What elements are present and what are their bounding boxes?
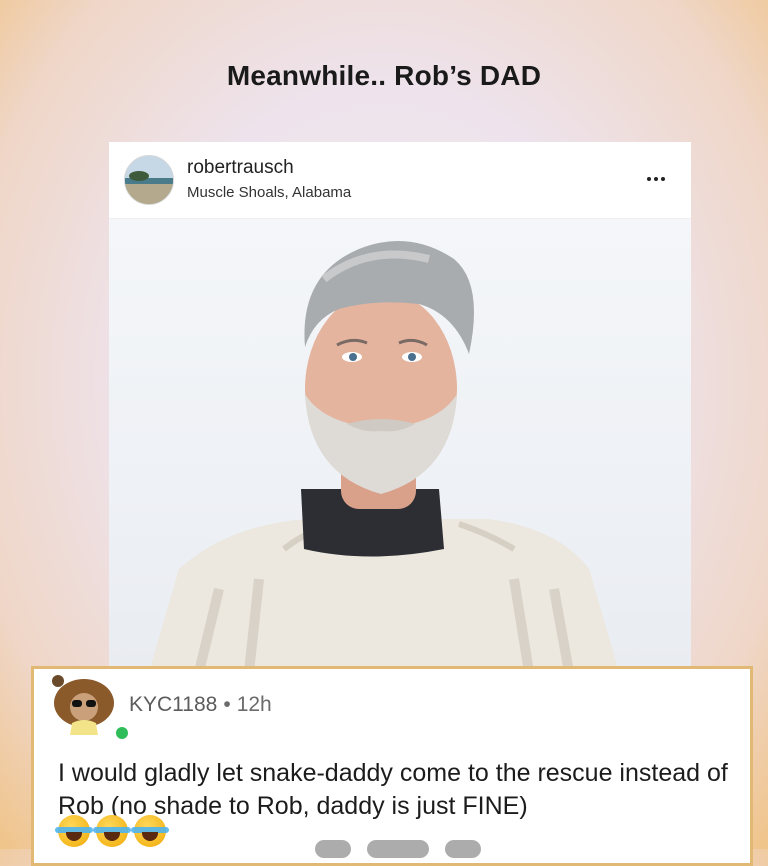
commenter-avatar[interactable] <box>50 673 130 741</box>
indicator-pill <box>367 840 429 858</box>
comment-time: 12h <box>236 693 272 716</box>
indicator-pill <box>445 840 481 858</box>
tears-of-joy-emoji-icon <box>131 815 169 847</box>
post-photo[interactable] <box>109 219 691 672</box>
dot <box>654 177 658 181</box>
dot <box>647 177 651 181</box>
comment-text: I would gladly let snake-daddy come to t… <box>58 759 728 820</box>
emoji-row <box>55 815 169 847</box>
comment-card: KYC1188 • 12h I would gladly let snake-dad… <box>31 666 753 866</box>
comment-author[interactable]: KYC1188 <box>129 693 217 716</box>
more-options-icon[interactable] <box>641 164 671 194</box>
dot <box>661 177 665 181</box>
meta-separator: • <box>223 693 231 716</box>
page-indicator <box>315 840 485 858</box>
comment-meta: KYC1188 • 12h <box>129 693 272 717</box>
post-username[interactable]: robertrausch <box>187 157 294 179</box>
tears-of-joy-emoji-icon <box>93 815 131 847</box>
tears-of-joy-emoji-icon <box>55 815 93 847</box>
online-status-dot <box>114 725 130 741</box>
indicator-pill <box>315 840 351 858</box>
instagram-post: robertrausch Muscle Shoals, Alabama <box>109 142 691 672</box>
post-location[interactable]: Muscle Shoals, Alabama <box>187 184 351 201</box>
page-title: Meanwhile.. Rob’s DAD <box>226 60 542 91</box>
profile-avatar[interactable] <box>124 155 174 205</box>
post-header: robertrausch Muscle Shoals, Alabama <box>109 142 691 219</box>
